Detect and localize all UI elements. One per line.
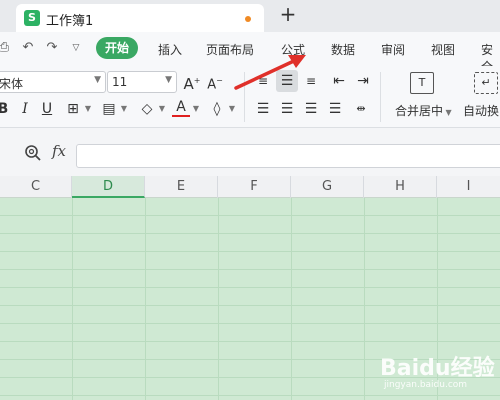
align-top-icon[interactable]: ≡: [254, 72, 272, 90]
menu-data[interactable]: 数据: [331, 41, 355, 58]
chevron-down-icon[interactable]: ▼: [120, 100, 128, 118]
justify-icon[interactable]: ☰: [326, 100, 344, 118]
watermark-sub: jingyan.baidu.com: [384, 380, 468, 390]
new-tab-button[interactable]: +: [276, 3, 300, 27]
merge-center-label: 合并居中: [395, 104, 444, 118]
decrease-font-size-icon[interactable]: A−: [206, 72, 224, 92]
align-center-icon[interactable]: ☰: [278, 100, 296, 118]
column-header-f[interactable]: F: [218, 176, 291, 198]
chevron-down-icon: ▼: [94, 75, 101, 85]
print-icon[interactable]: ⎙: [0, 40, 12, 56]
chevron-down-icon[interactable]: ▼: [158, 100, 166, 118]
column-header-g[interactable]: G: [291, 176, 364, 198]
merge-center-button[interactable]: 合并居中 ▼: [395, 102, 452, 119]
ribbon-divider: [380, 72, 381, 122]
redo-icon[interactable]: ↷: [44, 40, 60, 56]
align-left-icon[interactable]: ☰: [254, 100, 272, 118]
customize-quick-access-icon[interactable]: ▽: [68, 40, 84, 56]
title-bar: S 工作簿1 +: [0, 0, 500, 32]
auto-wrap-button[interactable]: 自动换: [463, 102, 499, 119]
auto-wrap-icon[interactable]: ↵: [474, 72, 498, 94]
eraser-icon[interactable]: ◊: [208, 100, 226, 118]
ribbon-divider: [244, 72, 245, 122]
chevron-down-icon[interactable]: ▼: [84, 100, 92, 118]
font-size-value: 11: [112, 75, 128, 89]
column-header-i[interactable]: I: [437, 176, 500, 198]
font-name-select[interactable]: 宋体 ▼: [0, 71, 106, 93]
formula-input[interactable]: [76, 144, 500, 168]
menu-bar: ⎙ ↶ ↷ ▽ 开始 插入 页面布局 公式 数据 审阅 视图 安全: [0, 32, 500, 74]
cell-format-icon[interactable]: ▤: [100, 100, 118, 118]
column-header-d[interactable]: D: [72, 176, 145, 198]
font-size-select[interactable]: 11 ▼: [107, 71, 177, 93]
font-name-value: 宋体: [0, 77, 24, 91]
column-header-h[interactable]: H: [364, 176, 437, 198]
chevron-down-icon: ▼: [165, 75, 172, 85]
align-bottom-icon[interactable]: ≡: [302, 72, 320, 90]
ribbon-home: 宋体 ▼ 11 ▼ A+ A− B I U ⊞ ▼ ▤ ▼ ◇ ▼ A ▼ ◊ …: [0, 66, 500, 128]
document-tab[interactable]: S 工作簿1: [16, 4, 264, 32]
underline-icon[interactable]: U: [38, 100, 56, 118]
chevron-down-icon[interactable]: ▼: [228, 100, 236, 118]
decrease-indent-icon[interactable]: ⇤: [330, 72, 348, 90]
document-title: 工作簿1: [46, 14, 94, 29]
distributed-align-icon[interactable]: ⇹: [352, 100, 370, 118]
chevron-down-icon: ▼: [443, 108, 452, 117]
menu-page-layout[interactable]: 页面布局: [206, 41, 254, 58]
italic-icon[interactable]: I: [16, 100, 34, 118]
column-header-e[interactable]: E: [145, 176, 218, 198]
unsaved-indicator-icon: [245, 16, 251, 22]
menu-formulas[interactable]: 公式: [281, 41, 305, 58]
column-header-c[interactable]: C: [0, 176, 72, 198]
wps-logo-icon: S: [24, 10, 40, 26]
fill-color-icon[interactable]: ◇: [138, 100, 156, 118]
bold-icon[interactable]: B: [0, 100, 12, 118]
menu-insert[interactable]: 插入: [158, 41, 182, 58]
menu-review[interactable]: 审阅: [381, 41, 405, 58]
fx-icon[interactable]: fx: [52, 142, 66, 160]
menu-home[interactable]: 开始: [96, 37, 139, 59]
merge-center-icon[interactable]: T: [410, 72, 434, 94]
chevron-down-icon[interactable]: ▼: [192, 100, 200, 118]
formula-bar: fx: [0, 128, 500, 176]
align-right-icon[interactable]: ☰: [302, 100, 320, 118]
undo-icon[interactable]: ↶: [20, 40, 36, 56]
increase-indent-icon[interactable]: ⇥: [354, 72, 372, 90]
column-header-row: C D E F G H I: [0, 176, 500, 198]
watermark-main: Baidu经验: [380, 356, 495, 381]
borders-icon[interactable]: ⊞: [64, 100, 82, 118]
baidu-jingyan-watermark: Baidu经验 jingyan.baidu.com: [380, 350, 500, 400]
align-middle-icon[interactable]: ☰: [278, 72, 296, 90]
zoom-icon[interactable]: [24, 144, 42, 162]
menu-view[interactable]: 视图: [431, 41, 455, 58]
increase-font-size-icon[interactable]: A+: [183, 72, 201, 93]
font-color-icon[interactable]: A: [172, 98, 190, 117]
